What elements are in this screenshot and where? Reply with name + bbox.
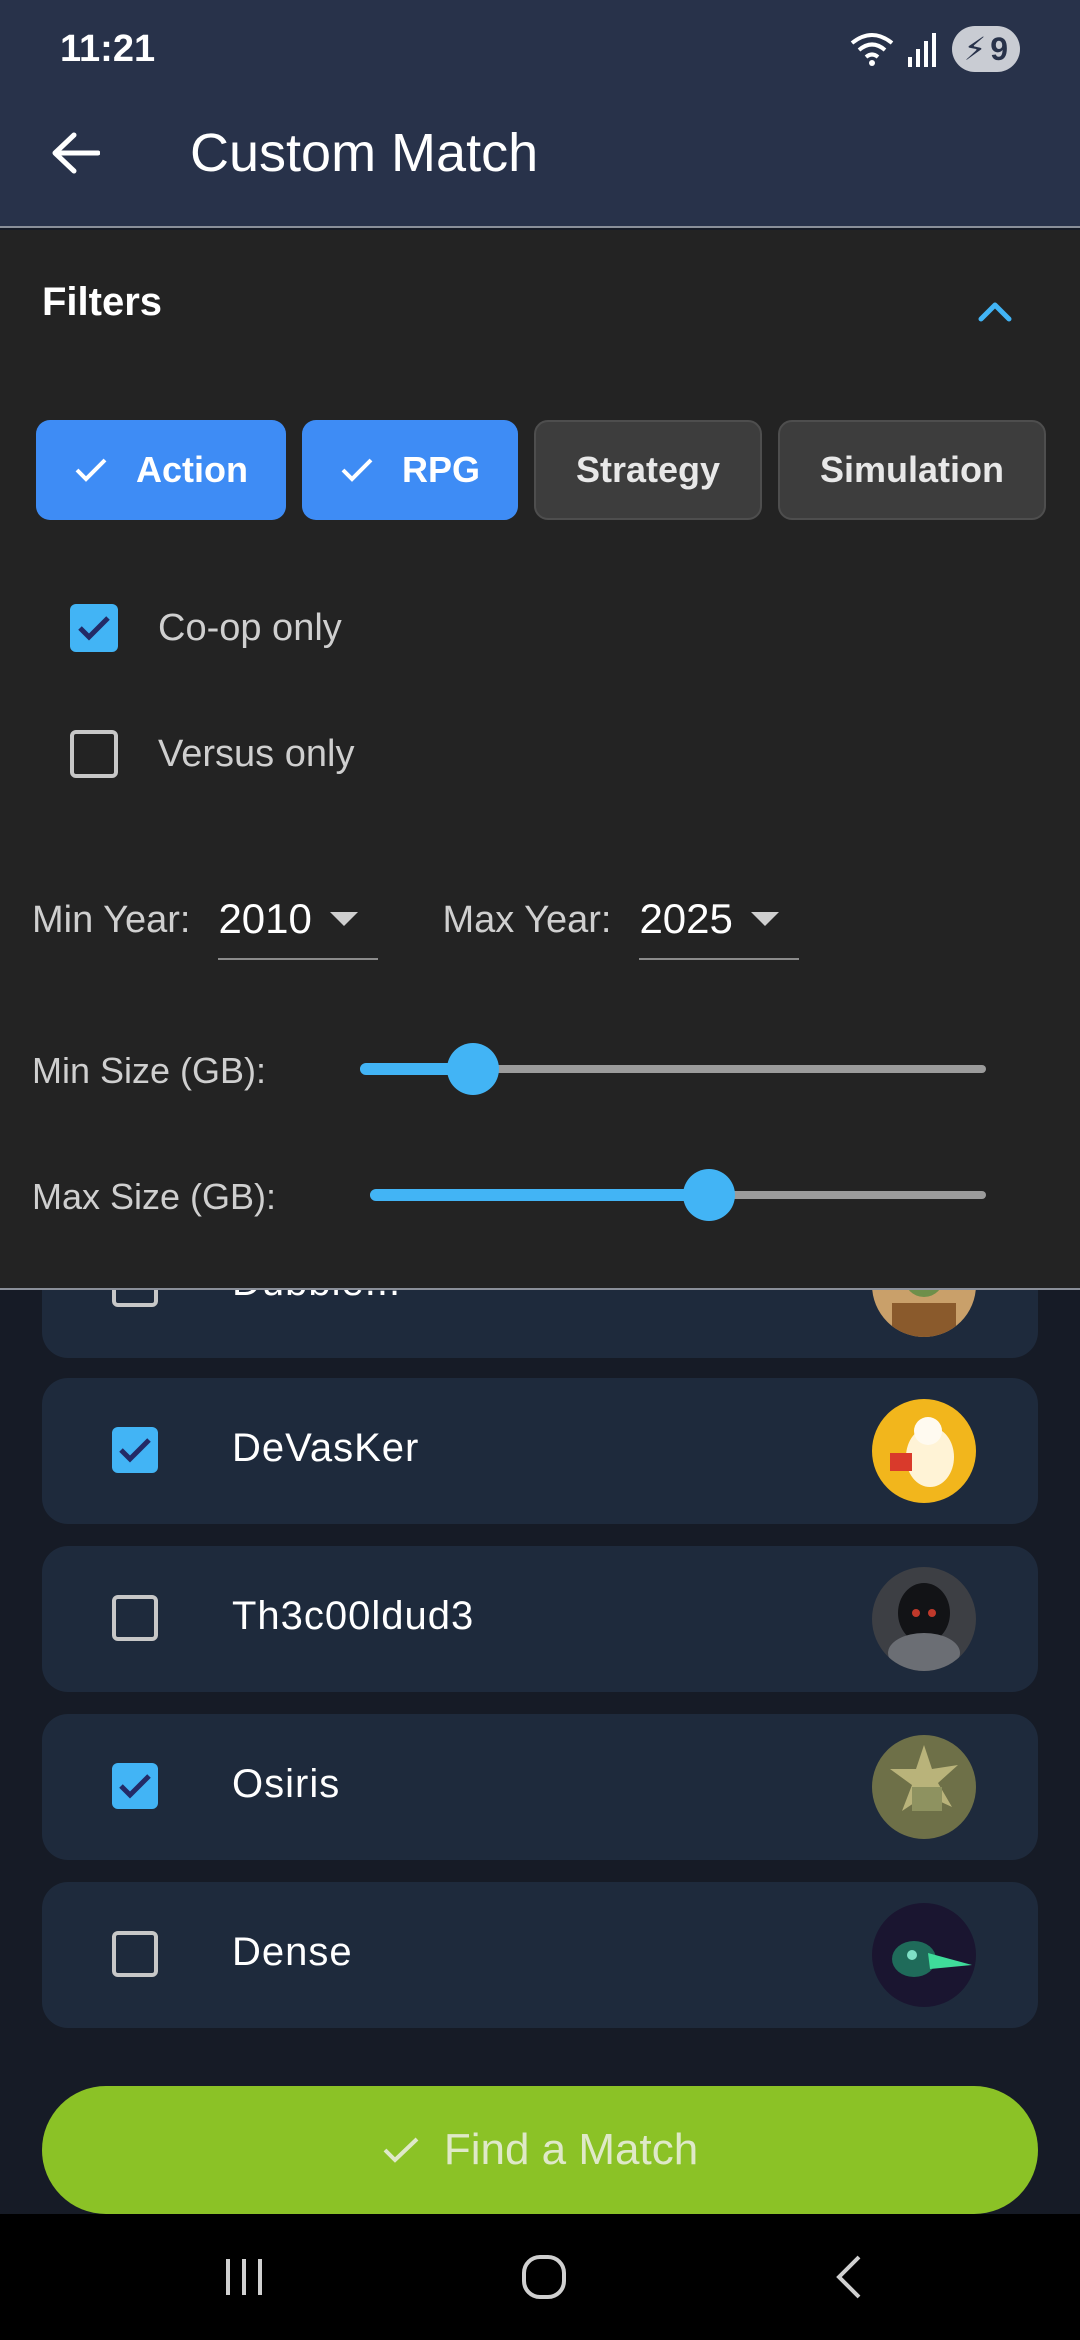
collapse-filters-button[interactable] xyxy=(962,278,1028,344)
chip-strategy[interactable]: Strategy xyxy=(534,420,762,520)
chevron-up-icon xyxy=(978,302,1012,322)
check-icon xyxy=(382,2136,420,2164)
player-checkbox[interactable] xyxy=(112,1427,158,1473)
filters-panel: Filters Action RPG Strategy Simulation C… xyxy=(0,230,1080,1290)
list-item[interactable]: Osiris xyxy=(42,1714,1038,1860)
avatar xyxy=(872,1903,976,2007)
find-match-button[interactable]: Find a Match xyxy=(42,2086,1038,2214)
chip-label: Action xyxy=(136,449,248,490)
avatar xyxy=(872,1735,976,1839)
max-size-label: Max Size (GB): xyxy=(32,1176,277,1217)
chip-simulation[interactable]: Simulation xyxy=(778,420,1046,520)
min-size-slider[interactable] xyxy=(360,1043,986,1095)
slider-thumb[interactable] xyxy=(446,1043,499,1095)
versus-only-row[interactable]: Versus only xyxy=(70,730,354,778)
dropdown-arrow-icon xyxy=(330,912,359,926)
list-item[interactable]: Th3c00ldud3 xyxy=(42,1546,1038,1692)
arrow-left-icon xyxy=(52,132,100,174)
player-checkbox[interactable] xyxy=(112,1595,158,1641)
chip-label: Strategy xyxy=(575,449,721,490)
slider-fill xyxy=(370,1189,709,1201)
system-back-button[interactable] xyxy=(808,2244,888,2310)
status-time: 11:21 xyxy=(60,28,156,70)
slider-thumb[interactable] xyxy=(682,1169,735,1221)
chip-label: RPG xyxy=(401,449,480,490)
versus-only-label: Versus only xyxy=(158,732,355,775)
avatar xyxy=(872,1567,976,1671)
player-name: DeVasKer xyxy=(232,1426,420,1470)
signal-icon xyxy=(907,33,936,67)
player-name: Osiris xyxy=(232,1762,341,1806)
versus-only-checkbox[interactable] xyxy=(70,730,118,778)
chip-rpg[interactable]: RPG xyxy=(302,420,518,520)
check-icon xyxy=(119,1774,151,1799)
battery-level: 9 xyxy=(990,30,1008,67)
min-size-label: Min Size (GB): xyxy=(32,1050,267,1091)
check-icon xyxy=(119,1438,151,1463)
list-item[interactable]: Dense xyxy=(42,1882,1038,2028)
max-size-slider[interactable] xyxy=(370,1169,986,1221)
max-year-label: Max Year: xyxy=(442,898,612,941)
genre-chips: Action RPG Strategy Simulation xyxy=(36,420,1046,520)
system-nav-bar xyxy=(0,2214,1080,2340)
dropdown-arrow-icon xyxy=(751,912,780,926)
filters-title: Filters xyxy=(42,280,163,324)
list-item[interactable]: DeVasKer xyxy=(42,1378,1038,1524)
home-button[interactable] xyxy=(504,2244,584,2310)
player-name: Dense xyxy=(232,1930,353,1974)
home-icon xyxy=(522,2255,566,2299)
wifi-icon xyxy=(850,33,893,66)
min-year-label: Min Year: xyxy=(32,898,191,941)
chip-label: Simulation xyxy=(819,449,1004,490)
check-icon xyxy=(74,457,108,483)
battery-charging-icon: ⚡ xyxy=(963,31,987,67)
coop-only-row[interactable]: Co-op only xyxy=(70,604,342,652)
coop-only-label: Co-op only xyxy=(158,606,342,649)
player-checkbox[interactable] xyxy=(112,1931,158,1977)
recent-apps-button[interactable] xyxy=(204,2244,284,2310)
app-bar: 11:21 ⚡ 9 Custom Match xyxy=(0,0,1080,228)
player-checkbox[interactable] xyxy=(112,1763,158,1809)
max-size-row: Max Size (GB): xyxy=(32,1176,276,1218)
min-year-dropdown[interactable]: 2010 xyxy=(218,880,379,960)
check-icon xyxy=(78,616,110,641)
max-year-value: 2025 xyxy=(639,895,733,942)
find-match-label: Find a Match xyxy=(443,2125,699,2174)
chevron-left-icon xyxy=(836,2255,861,2299)
back-button[interactable] xyxy=(40,118,110,188)
chip-action[interactable]: Action xyxy=(36,420,286,520)
player-name: Th3c00ldud3 xyxy=(232,1594,475,1638)
min-size-row: Min Size (GB): xyxy=(32,1050,266,1092)
avatar xyxy=(872,1399,976,1503)
coop-only-checkbox[interactable] xyxy=(70,604,118,652)
recent-apps-icon xyxy=(226,2259,262,2295)
min-year-value: 2010 xyxy=(218,895,312,942)
check-icon xyxy=(340,457,374,483)
max-year-dropdown[interactable]: 2025 xyxy=(639,880,800,960)
status-icons: ⚡ 9 xyxy=(850,26,1020,72)
battery-indicator: ⚡ 9 xyxy=(951,26,1020,72)
page-title: Custom Match xyxy=(190,123,539,183)
year-range: Min Year: 2010 Max Year: 2025 xyxy=(32,880,800,960)
